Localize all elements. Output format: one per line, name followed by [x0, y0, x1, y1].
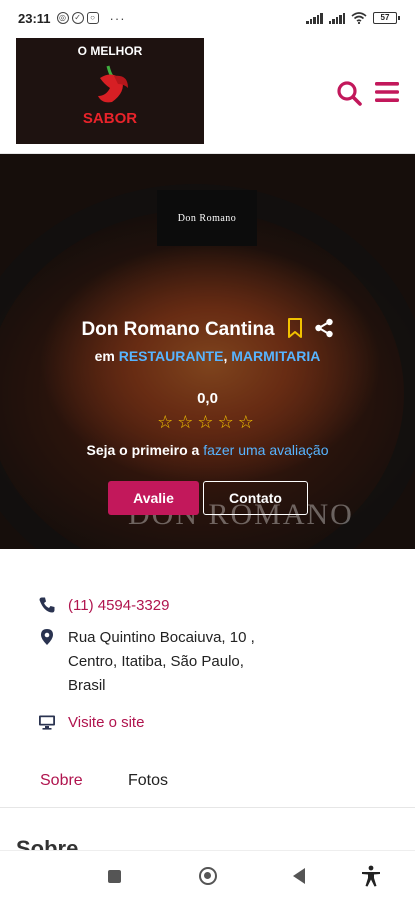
star-icon: ☆ — [197, 412, 218, 432]
tab-bar: Sobre Fotos — [0, 758, 415, 808]
address-line: Centro, Itatiba, São Paulo, — [68, 653, 244, 670]
monitor-icon — [39, 715, 55, 730]
write-review-link[interactable]: fazer uma avaliação — [203, 442, 328, 458]
system-nav-bar — [0, 850, 415, 900]
rating-value: 0,0 — [197, 390, 218, 407]
rating-stars: ☆☆☆☆☆ — [0, 412, 415, 433]
review-prompt: Seja o primeiro a fazer uma avaliação — [0, 442, 415, 458]
star-icon: ☆ — [177, 412, 198, 432]
signal-icon — [306, 12, 323, 24]
address-line: Rua Quintino Bocaiuva, 10 , — [68, 629, 255, 646]
status-time: 23:11 — [18, 10, 51, 26]
pepper-icon — [98, 65, 128, 103]
category-prefix: em — [94, 348, 115, 364]
share-icon[interactable] — [314, 318, 334, 338]
phone-link[interactable]: (11) 4594-3329 — [68, 594, 169, 618]
category-link-restaurante[interactable]: RESTAURANTE — [119, 348, 224, 364]
recents-icon[interactable] — [108, 870, 121, 883]
tab-fotos[interactable]: Fotos — [128, 772, 168, 790]
messenger-icon: ✓ — [71, 12, 84, 24]
site-logo[interactable]: O MELHOR SABOR — [16, 38, 204, 144]
star-icon: ☆ — [237, 412, 258, 432]
restaurant-name: Don Romano Cantina — [81, 319, 275, 340]
status-bar: 23:11 ◎ ✓ ○ ··· 57 — [0, 0, 415, 36]
accessibility-icon[interactable] — [360, 865, 382, 887]
site-header: O MELHOR SABOR — [0, 36, 415, 154]
rate-button[interactable]: Avalie — [108, 481, 199, 515]
signal-icon — [328, 12, 345, 24]
phone-icon — [39, 597, 55, 613]
tab-sobre[interactable]: Sobre — [40, 772, 83, 790]
address-text: Rua Quintino Bocaiuva, 10 , Centro, Itat… — [68, 626, 298, 698]
home-icon[interactable] — [199, 867, 217, 885]
website-link[interactable]: Visite o site — [68, 711, 144, 735]
address-line: Brasil — [68, 677, 106, 694]
status-more: ··· — [109, 10, 126, 26]
whatsapp-icon: ◎ — [56, 12, 69, 24]
website-row: Visite o site — [38, 711, 144, 735]
hero-title-row: Don Romano Cantina — [0, 318, 415, 341]
bookmark-icon[interactable] — [287, 318, 303, 338]
address-row: Rua Quintino Bocaiuva, 10 , Centro, Itat… — [38, 626, 298, 698]
hero-categories: em RESTAURANTE, MARMITARIA — [0, 348, 415, 364]
star-icon: ☆ — [157, 412, 178, 432]
location-pin-icon — [41, 629, 53, 645]
search-icon[interactable] — [336, 80, 362, 106]
back-icon[interactable] — [293, 868, 305, 884]
wifi-icon — [351, 12, 367, 24]
battery-icon: 57 — [373, 12, 400, 24]
category-link-marmitaria[interactable]: MARMITARIA — [231, 348, 320, 364]
instagram-icon: ○ — [86, 12, 99, 24]
star-icon: ☆ — [217, 412, 238, 432]
menu-icon[interactable] — [374, 80, 400, 104]
restaurant-logo: Don Romano — [157, 190, 257, 246]
category-separator: , — [223, 348, 228, 364]
logo-line1: O MELHOR — [77, 44, 143, 58]
phone-row: (11) 4594-3329 — [38, 594, 169, 618]
contact-button[interactable]: Contato — [203, 481, 308, 515]
status-right: 57 — [306, 0, 400, 36]
logo-line2: SABOR — [82, 110, 138, 127]
hero-banner: Don Romano Don Romano Cantina em RESTAUR… — [0, 154, 415, 549]
review-prompt-text: Seja o primeiro a — [86, 442, 200, 458]
